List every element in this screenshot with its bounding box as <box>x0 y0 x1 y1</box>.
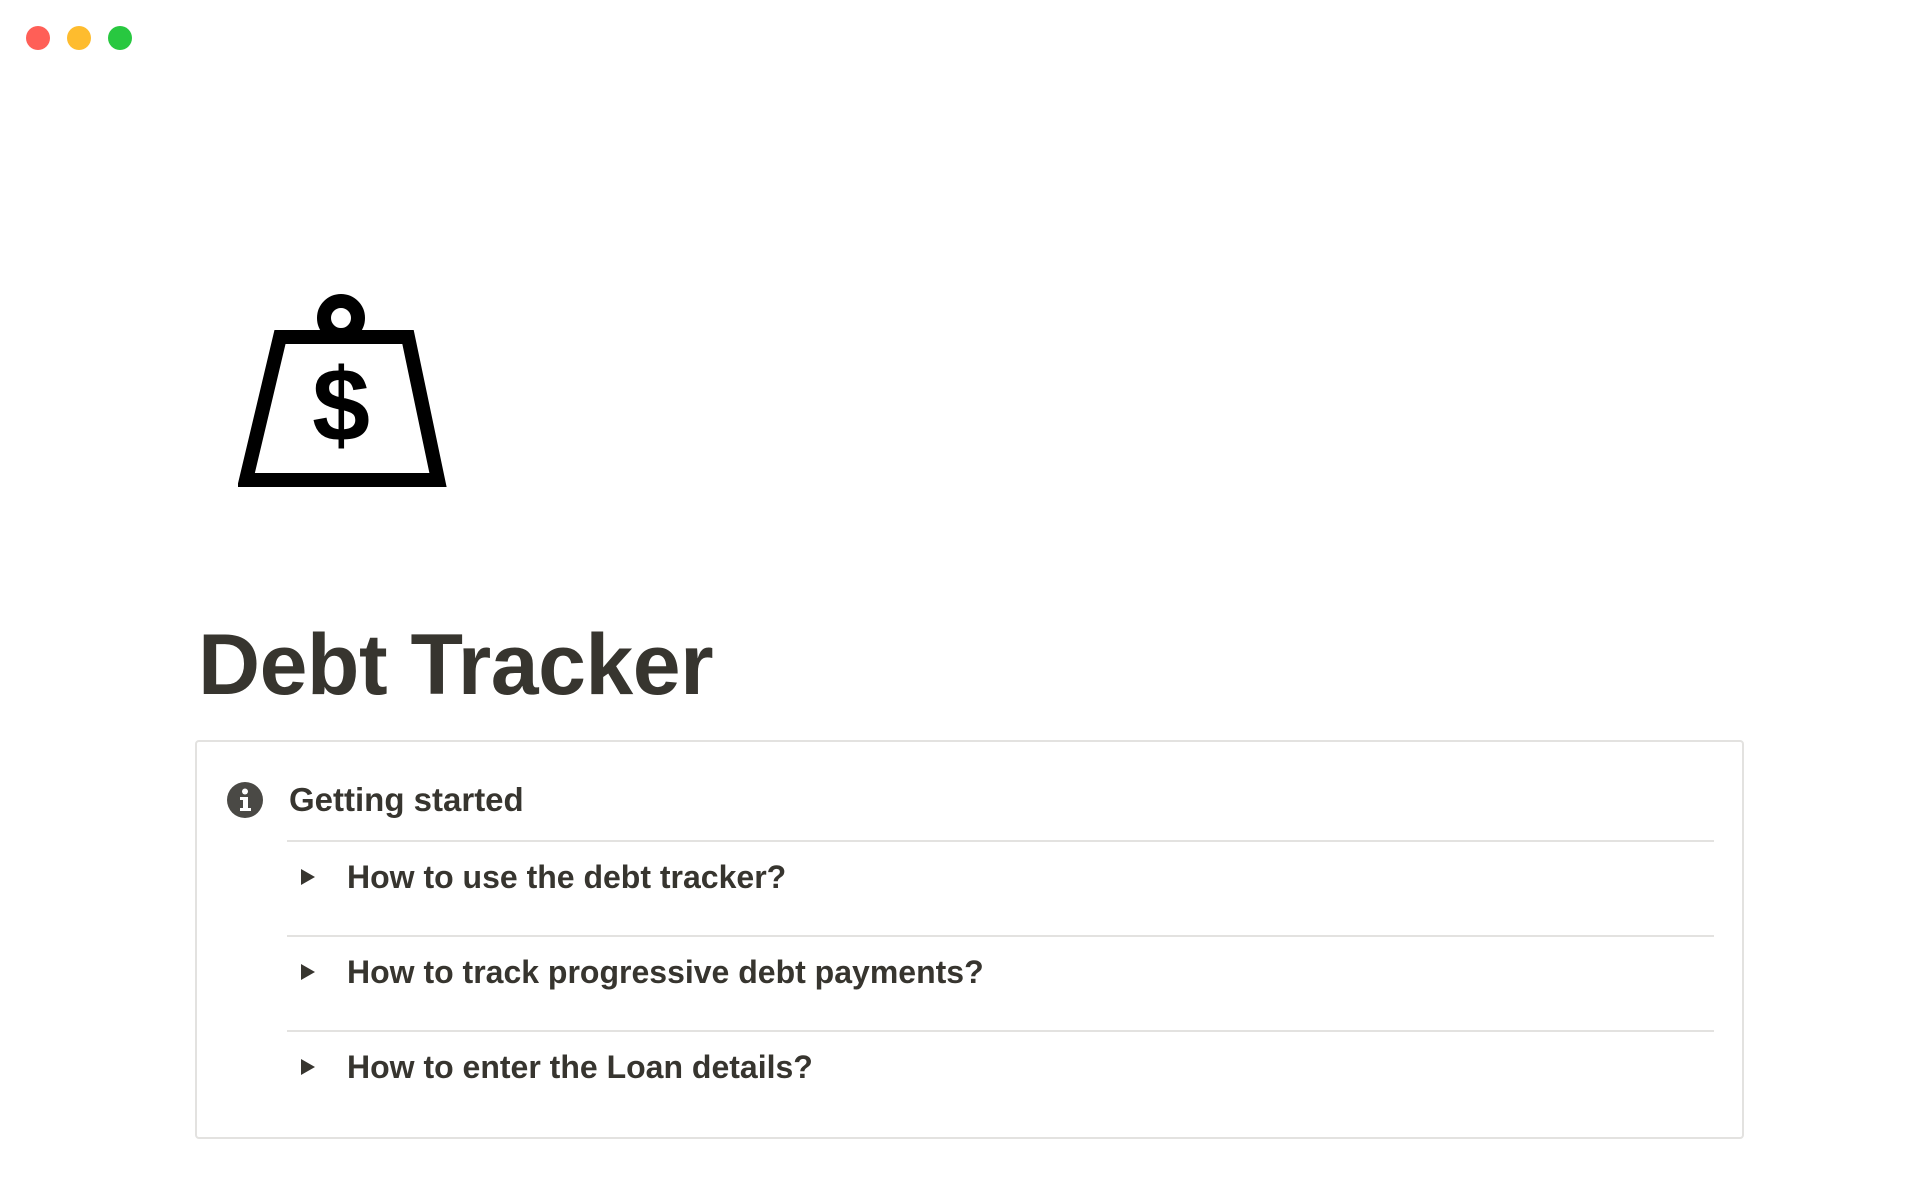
minimize-window-button[interactable] <box>67 26 91 50</box>
divider <box>287 935 1714 937</box>
divider <box>287 1030 1714 1032</box>
divider <box>287 840 1714 842</box>
money-weight-icon[interactable]: $ <box>237 294 448 490</box>
close-window-button[interactable] <box>26 26 50 50</box>
maximize-window-button[interactable] <box>108 26 132 50</box>
toggle-arrow-icon[interactable] <box>299 962 317 982</box>
toggle-track-payments[interactable]: How to track progressive debt payments? <box>287 947 1714 997</box>
page-title[interactable]: Debt Tracker <box>198 622 714 708</box>
toggle-label: How to enter the Loan details? <box>347 1048 813 1085</box>
callout-heading: Getting started <box>289 781 524 818</box>
toggle-arrow-icon[interactable] <box>299 867 317 887</box>
app-window: $ Debt Tracker Getting started How to us… <box>0 0 1920 1200</box>
toggle-how-to-use[interactable]: How to use the debt tracker? <box>287 852 1714 902</box>
info-icon <box>227 782 263 818</box>
toggle-arrow-icon[interactable] <box>299 1057 317 1077</box>
toggle-loan-details[interactable]: How to enter the Loan details? <box>287 1042 1714 1092</box>
svg-text:$: $ <box>312 348 370 464</box>
window-controls <box>26 26 132 50</box>
toggle-label: How to use the debt tracker? <box>347 858 787 895</box>
toggle-label: How to track progressive debt payments? <box>347 953 984 990</box>
getting-started-callout: Getting started How to use the debt trac… <box>195 740 1744 1139</box>
